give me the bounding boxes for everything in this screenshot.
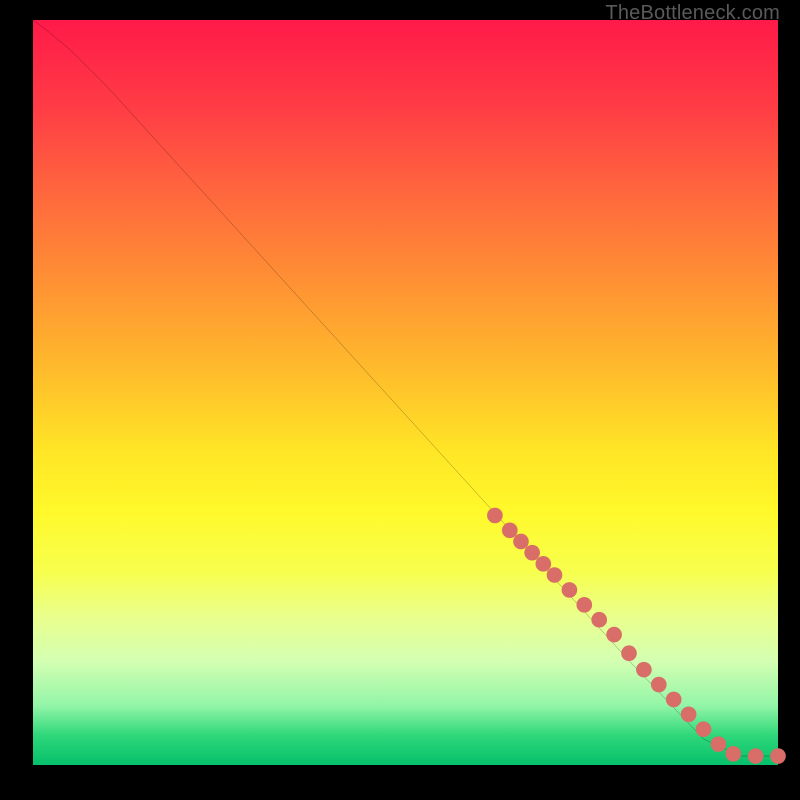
data-point <box>576 597 592 613</box>
data-point <box>725 746 741 762</box>
data-point <box>562 582 578 598</box>
data-point <box>666 692 682 708</box>
data-point <box>591 612 607 628</box>
bottleneck-curve <box>33 20 778 756</box>
data-markers <box>487 508 786 764</box>
data-point <box>711 736 727 752</box>
data-point <box>513 534 529 550</box>
data-point <box>524 545 540 561</box>
data-point <box>770 748 786 764</box>
data-point <box>696 721 712 737</box>
data-point <box>681 707 697 723</box>
data-point <box>621 645 637 661</box>
data-point <box>547 567 563 583</box>
data-point <box>651 677 667 693</box>
data-point <box>536 556 552 572</box>
data-point <box>487 508 503 524</box>
data-point <box>748 748 764 764</box>
data-point <box>636 662 652 678</box>
data-point <box>606 627 622 643</box>
chart-overlay <box>33 20 778 765</box>
data-point <box>502 523 518 539</box>
